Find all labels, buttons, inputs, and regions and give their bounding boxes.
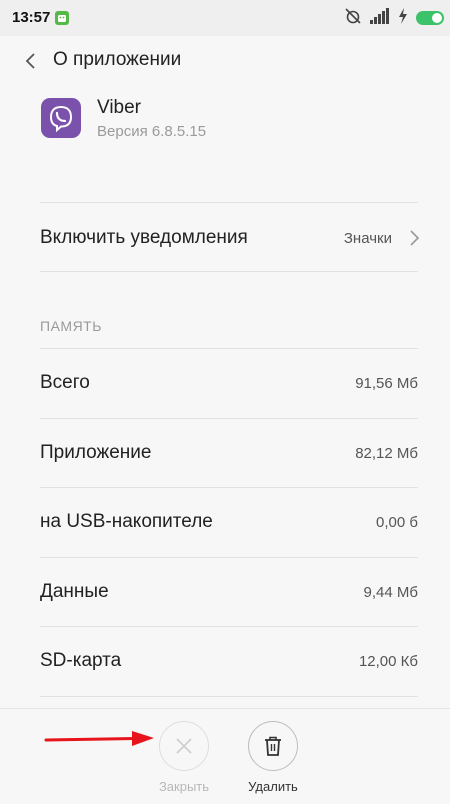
status-bar: 13:57 — [0, 0, 450, 36]
delete-label: Удалить — [248, 779, 298, 794]
page-title: О приложении — [53, 49, 182, 70]
charging-icon — [398, 7, 408, 29]
memory-label: Данные — [40, 581, 109, 602]
signal-icon — [370, 7, 390, 29]
app-version: Версия 6.8.5.15 — [97, 123, 207, 140]
chevron-left-icon[interactable] — [20, 49, 42, 73]
memory-section-title: ПАМЯТЬ — [40, 318, 102, 334]
memory-value: 91,56 Мб — [355, 375, 418, 392]
memory-row-sdcard: SD-карта 12,00 Кб — [40, 627, 418, 696]
memory-row-total: Всего 91,56 Мб — [40, 349, 418, 418]
delete-button[interactable]: Удалить — [246, 721, 300, 794]
memory-label: SD-карта — [40, 650, 122, 671]
app-name: Viber — [97, 97, 142, 118]
close-label: Закрыть — [158, 779, 210, 794]
memory-value: 82,12 Мб — [355, 445, 418, 462]
memory-value: 9,44 Мб — [363, 584, 418, 601]
close-button[interactable]: Закрыть — [157, 721, 211, 794]
memory-row-app: Приложение 82,12 Мб — [40, 419, 418, 488]
memory-row-usb: на USB-накопителе 0,00 б — [40, 488, 418, 557]
alarm-off-icon — [344, 7, 362, 30]
trash-icon — [248, 721, 298, 771]
status-time: 13:57 — [12, 9, 51, 26]
memory-value: 12,00 Кб — [358, 653, 418, 670]
battery-toggle-icon — [416, 11, 444, 25]
android-robot-icon — [55, 11, 69, 25]
memory-label: на USB-накопителе — [40, 511, 213, 532]
memory-label: Приложение — [40, 442, 152, 463]
red-arrow-annotation — [44, 731, 154, 746]
notifications-label: Включить уведомления — [40, 227, 248, 248]
bottom-action-bar: Закрыть Удалить — [0, 708, 450, 804]
divider — [40, 271, 418, 272]
memory-row-data: Данные 9,44 Мб — [40, 558, 418, 627]
close-icon — [159, 721, 209, 771]
chevron-right-icon — [408, 228, 420, 248]
notifications-row[interactable]: Включить уведомления Значки — [0, 202, 450, 272]
memory-label: Всего — [40, 372, 90, 393]
memory-value: 0,00 б — [376, 514, 418, 531]
viber-icon — [41, 98, 81, 138]
app-header: О приложении — [0, 36, 450, 86]
status-icons — [344, 7, 444, 30]
divider — [40, 696, 418, 697]
notifications-value: Значки — [343, 230, 392, 247]
